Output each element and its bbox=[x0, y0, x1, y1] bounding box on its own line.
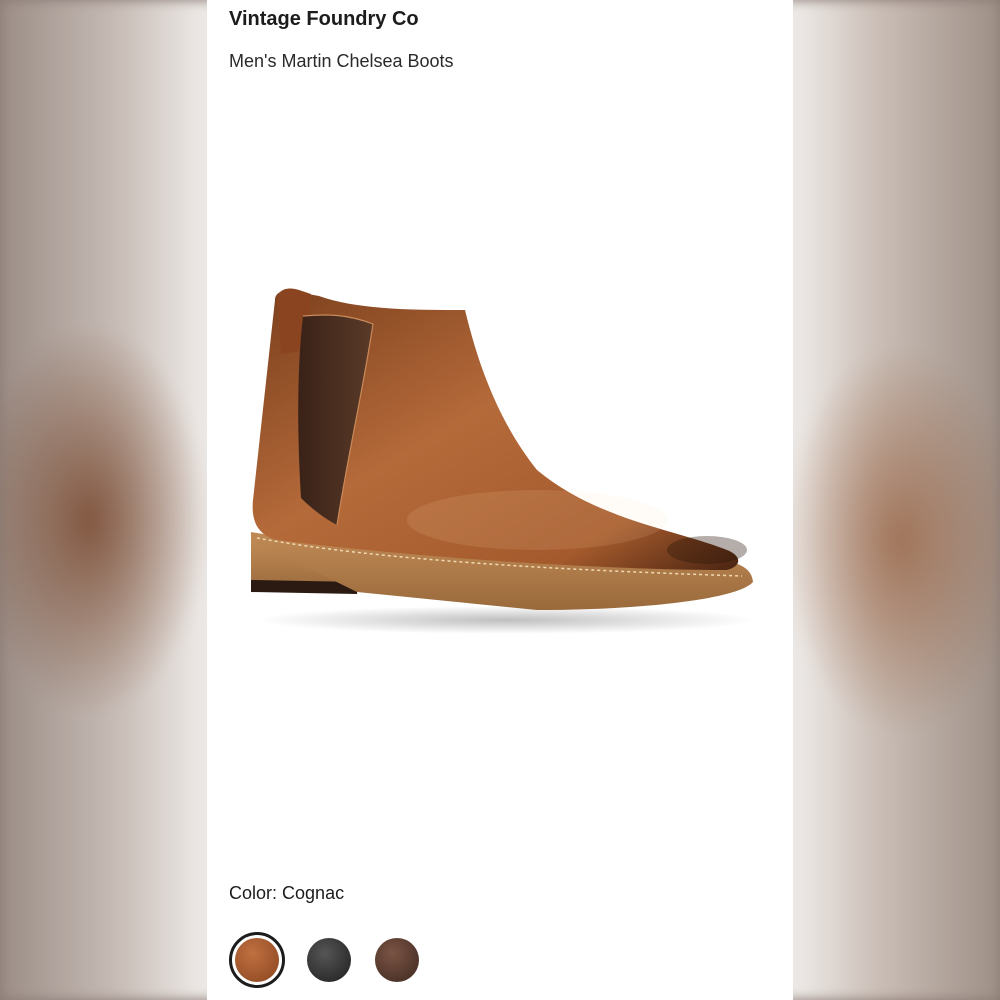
page: Vintage Foundry Co Men's Martin Chelsea … bbox=[0, 0, 1000, 1000]
selected-color-name: Cognac bbox=[282, 883, 345, 903]
color-label-row: Color: Cognac bbox=[229, 883, 344, 904]
product-title: Men's Martin Chelsea Boots bbox=[229, 51, 454, 71]
cognac-swatch-fill bbox=[235, 938, 279, 982]
color-label: Color: bbox=[229, 883, 278, 903]
brown-swatch[interactable] bbox=[373, 936, 421, 984]
product-card: Vintage Foundry Co Men's Martin Chelsea … bbox=[207, 0, 793, 1000]
black-swatch[interactable] bbox=[305, 936, 353, 984]
product-image[interactable] bbox=[237, 270, 767, 650]
black-swatch-fill bbox=[307, 938, 351, 982]
brand-name[interactable]: Vintage Foundry Co bbox=[229, 8, 419, 31]
brown-swatch-fill bbox=[375, 938, 419, 982]
color-swatches bbox=[229, 932, 421, 988]
cognac-swatch[interactable] bbox=[229, 932, 285, 988]
